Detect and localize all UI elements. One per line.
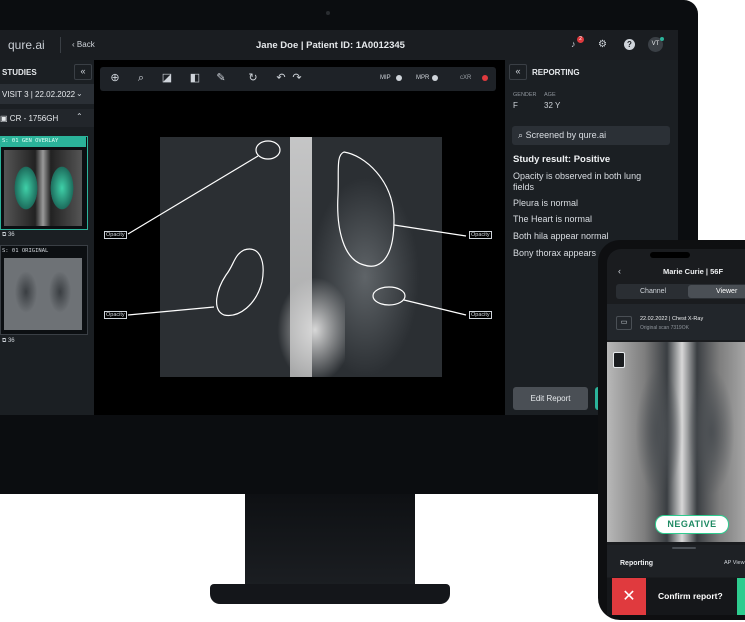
age-value: 32 Y bbox=[544, 101, 561, 110]
opacity-region-2 bbox=[337, 151, 395, 267]
gender-value: F bbox=[513, 101, 518, 110]
edit-report-button[interactable]: Edit Report bbox=[513, 387, 588, 410]
leader-line-2 bbox=[393, 224, 467, 237]
finding-4: Both hila appear normal bbox=[513, 231, 609, 241]
monitor-stand bbox=[245, 494, 415, 586]
phone-reporting-label: Reporting bbox=[620, 560, 654, 567]
phone-study-sub: Original scan 7319OK bbox=[640, 325, 689, 331]
screened-text: ⌕ Screened by qure.ai bbox=[518, 130, 606, 141]
thumbnail-1-label: S: 01 GEN OVERLAY bbox=[2, 138, 59, 144]
leader-line-4 bbox=[403, 299, 467, 316]
image-icon: ▣ bbox=[0, 114, 8, 123]
phone-study-date: 22.02.2022 | Chest X-Ray bbox=[640, 316, 704, 322]
confirm-label: Confirm report? bbox=[658, 591, 723, 601]
thumb2-count-text: 36 bbox=[7, 338, 15, 344]
phone-back-icon[interactable]: ‹ bbox=[618, 266, 621, 276]
layers-icon: ⧉ bbox=[2, 338, 7, 344]
age-label: AGE bbox=[544, 92, 556, 98]
opacity-label-2: Opacity bbox=[469, 231, 492, 239]
reporting-header: REPORTING bbox=[532, 68, 580, 77]
page-title: Jane Doe | Patient ID: 1A0012345 bbox=[256, 40, 405, 51]
original-xray-thumb bbox=[4, 258, 82, 330]
tab-channel[interactable]: Channel bbox=[640, 288, 666, 295]
drag-handle[interactable] bbox=[672, 547, 696, 549]
back-button[interactable]: ‹ Back bbox=[72, 40, 95, 49]
finding-1: Opacity is observed in both lung bbox=[513, 171, 642, 181]
phone-notch bbox=[650, 252, 690, 258]
collapse-studies-button[interactable]: « bbox=[74, 64, 92, 80]
help-icon[interactable]: ? bbox=[624, 39, 635, 50]
thumbnail-2-count: ⧉ 36 bbox=[2, 338, 15, 345]
annotation-overlay bbox=[127, 140, 467, 316]
search-icon: ⌕ bbox=[518, 130, 524, 140]
gender-label: GENDER bbox=[513, 92, 537, 98]
phone-xray-image[interactable] bbox=[607, 342, 745, 542]
close-icon: ✕ bbox=[622, 588, 636, 605]
leader-line-3 bbox=[127, 306, 215, 316]
opacity-label-1: Opacity bbox=[104, 231, 127, 239]
finding-1b: fields bbox=[513, 182, 535, 192]
opacity-label-4: Opacity bbox=[469, 311, 492, 319]
opacity-region-4 bbox=[372, 286, 406, 306]
thumbnail-1-count: ⧉ 36 bbox=[2, 232, 15, 239]
result-title: Study result: Positive bbox=[513, 154, 611, 165]
reject-button[interactable]: ✕ bbox=[612, 578, 646, 615]
series-text: CR - 1756GH bbox=[9, 114, 59, 123]
negative-badge: NEGATIVE bbox=[655, 515, 729, 534]
phone-view-label: AP View bbox=[724, 560, 745, 566]
layers-icon: ⧉ bbox=[2, 232, 7, 238]
finding-5: Bony thorax appears bbox=[513, 248, 597, 258]
online-dot bbox=[660, 37, 664, 41]
thumb1-count-text: 36 bbox=[7, 232, 15, 238]
monitor-base bbox=[210, 584, 450, 604]
accept-button[interactable] bbox=[737, 578, 745, 615]
header-divider bbox=[60, 37, 61, 53]
visit-label: VISIT 3 | 22.02.2022 bbox=[2, 90, 76, 99]
chevron-down-icon: ⌄ bbox=[76, 89, 83, 98]
finding-2: Pleura is normal bbox=[513, 198, 579, 208]
opacity-region-1 bbox=[255, 140, 281, 160]
finding-3: The Heart is normal bbox=[513, 214, 593, 224]
studies-header: STUDIES bbox=[2, 68, 37, 77]
camera-dot bbox=[326, 11, 330, 15]
folder-icon: ▭ bbox=[616, 316, 632, 330]
opacity-region-3 bbox=[216, 248, 264, 316]
notification-badge: 2 bbox=[577, 36, 584, 43]
gear-icon[interactable]: ⚙ bbox=[598, 39, 607, 50]
chevron-left-icon: ‹ bbox=[72, 40, 75, 49]
chevron-up-icon: ⌃ bbox=[76, 112, 83, 121]
tab-viewer[interactable]: Viewer bbox=[716, 288, 737, 295]
screened-label: Screened by qure.ai bbox=[525, 130, 607, 140]
phone-file-icon[interactable] bbox=[613, 352, 625, 368]
series-label: ▣ CR - 1756GH bbox=[0, 114, 58, 123]
collapse-reporting-button[interactable]: « bbox=[509, 64, 527, 80]
phone-patient-title: Marie Curie | 56F bbox=[663, 267, 724, 276]
thumbnail-2-label: S: 01 ORIGINAL bbox=[2, 248, 49, 254]
leader-line-1 bbox=[127, 155, 259, 235]
opacity-label-3: Opacity bbox=[104, 311, 127, 319]
back-label: Back bbox=[76, 40, 95, 49]
overlay-xray-thumb bbox=[4, 150, 82, 226]
app-logo: qure.ai bbox=[8, 38, 45, 52]
